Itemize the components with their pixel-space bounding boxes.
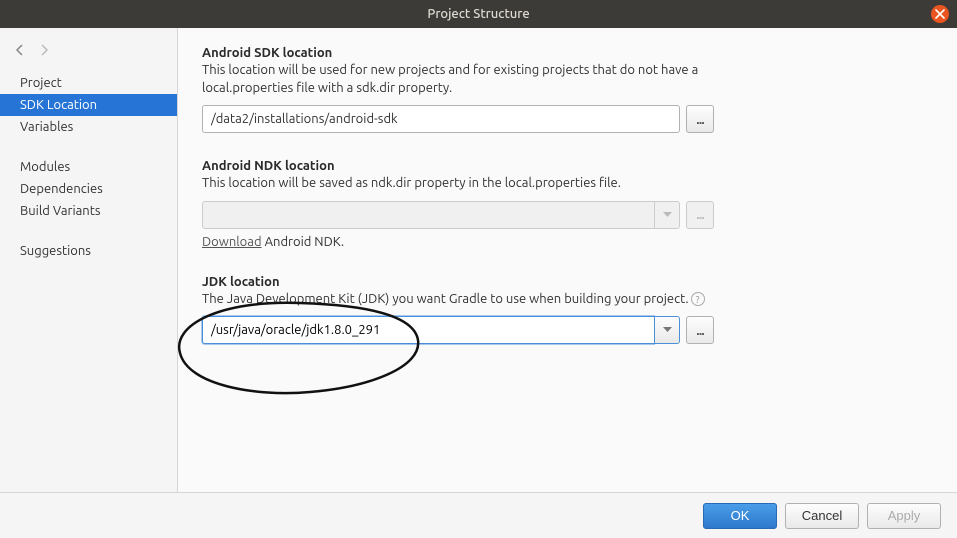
sidebar-item-dependencies[interactable]: Dependencies [0, 178, 177, 200]
titlebar: Project Structure [0, 0, 957, 28]
sidebar-item-build-variants[interactable]: Build Variants [0, 200, 177, 222]
jdk-title: JDK location [202, 275, 933, 289]
jdk-input[interactable] [202, 316, 654, 344]
ok-button[interactable]: OK [703, 503, 777, 529]
chevron-down-icon [663, 327, 672, 333]
help-icon[interactable]: ? [691, 292, 705, 306]
android-ndk-download-row: Download Android NDK. [202, 235, 933, 249]
content-pane: Android SDK location This location will … [178, 28, 957, 492]
android-ndk-input [202, 201, 654, 229]
sidebar: Project SDK Location Variables Modules D… [0, 28, 178, 492]
android-ndk-dropdown-button [654, 201, 680, 229]
jdk-browse-button[interactable]: ... [686, 316, 714, 344]
download-ndk-link[interactable]: Download [202, 235, 262, 249]
android-ndk-desc: This location will be saved as ndk.dir p… [202, 175, 762, 193]
nav-history-arrows [0, 38, 177, 72]
jdk-dropdown-button[interactable] [654, 316, 680, 344]
sidebar-item-modules[interactable]: Modules [0, 156, 177, 178]
dialog-footer: OK Cancel Apply [0, 492, 957, 538]
android-ndk-browse-button: ... [686, 201, 714, 229]
android-sdk-title: Android SDK location [202, 46, 933, 60]
window-title: Project Structure [427, 7, 529, 21]
close-icon [935, 9, 945, 19]
section-android-sdk: Android SDK location This location will … [202, 46, 933, 133]
android-sdk-desc: This location will be used for new proje… [202, 62, 762, 97]
chevron-down-icon [663, 212, 672, 218]
forward-arrow-icon[interactable] [36, 42, 52, 58]
cancel-button[interactable]: Cancel [785, 503, 859, 529]
sidebar-item-variables[interactable]: Variables [0, 116, 177, 138]
android-sdk-input[interactable] [202, 105, 680, 133]
android-ndk-title: Android NDK location [202, 159, 933, 173]
section-jdk: JDK location The Java Development Kit (J… [202, 275, 933, 345]
jdk-desc: The Java Development Kit (JDK) you want … [202, 291, 762, 309]
sidebar-item-suggestions[interactable]: Suggestions [0, 240, 177, 262]
dialog-body: Project SDK Location Variables Modules D… [0, 28, 957, 492]
apply-button: Apply [867, 503, 941, 529]
jdk-desc-text: The Java Development Kit (JDK) you want … [202, 292, 689, 306]
android-sdk-browse-button[interactable]: ... [686, 105, 714, 133]
back-arrow-icon[interactable] [12, 42, 28, 58]
download-ndk-suffix: Android NDK. [262, 235, 345, 249]
sidebar-item-project[interactable]: Project [0, 72, 177, 94]
sidebar-item-sdk-location[interactable]: SDK Location [0, 94, 177, 116]
section-android-ndk: Android NDK location This location will … [202, 159, 933, 249]
window-close-button[interactable] [931, 5, 949, 23]
